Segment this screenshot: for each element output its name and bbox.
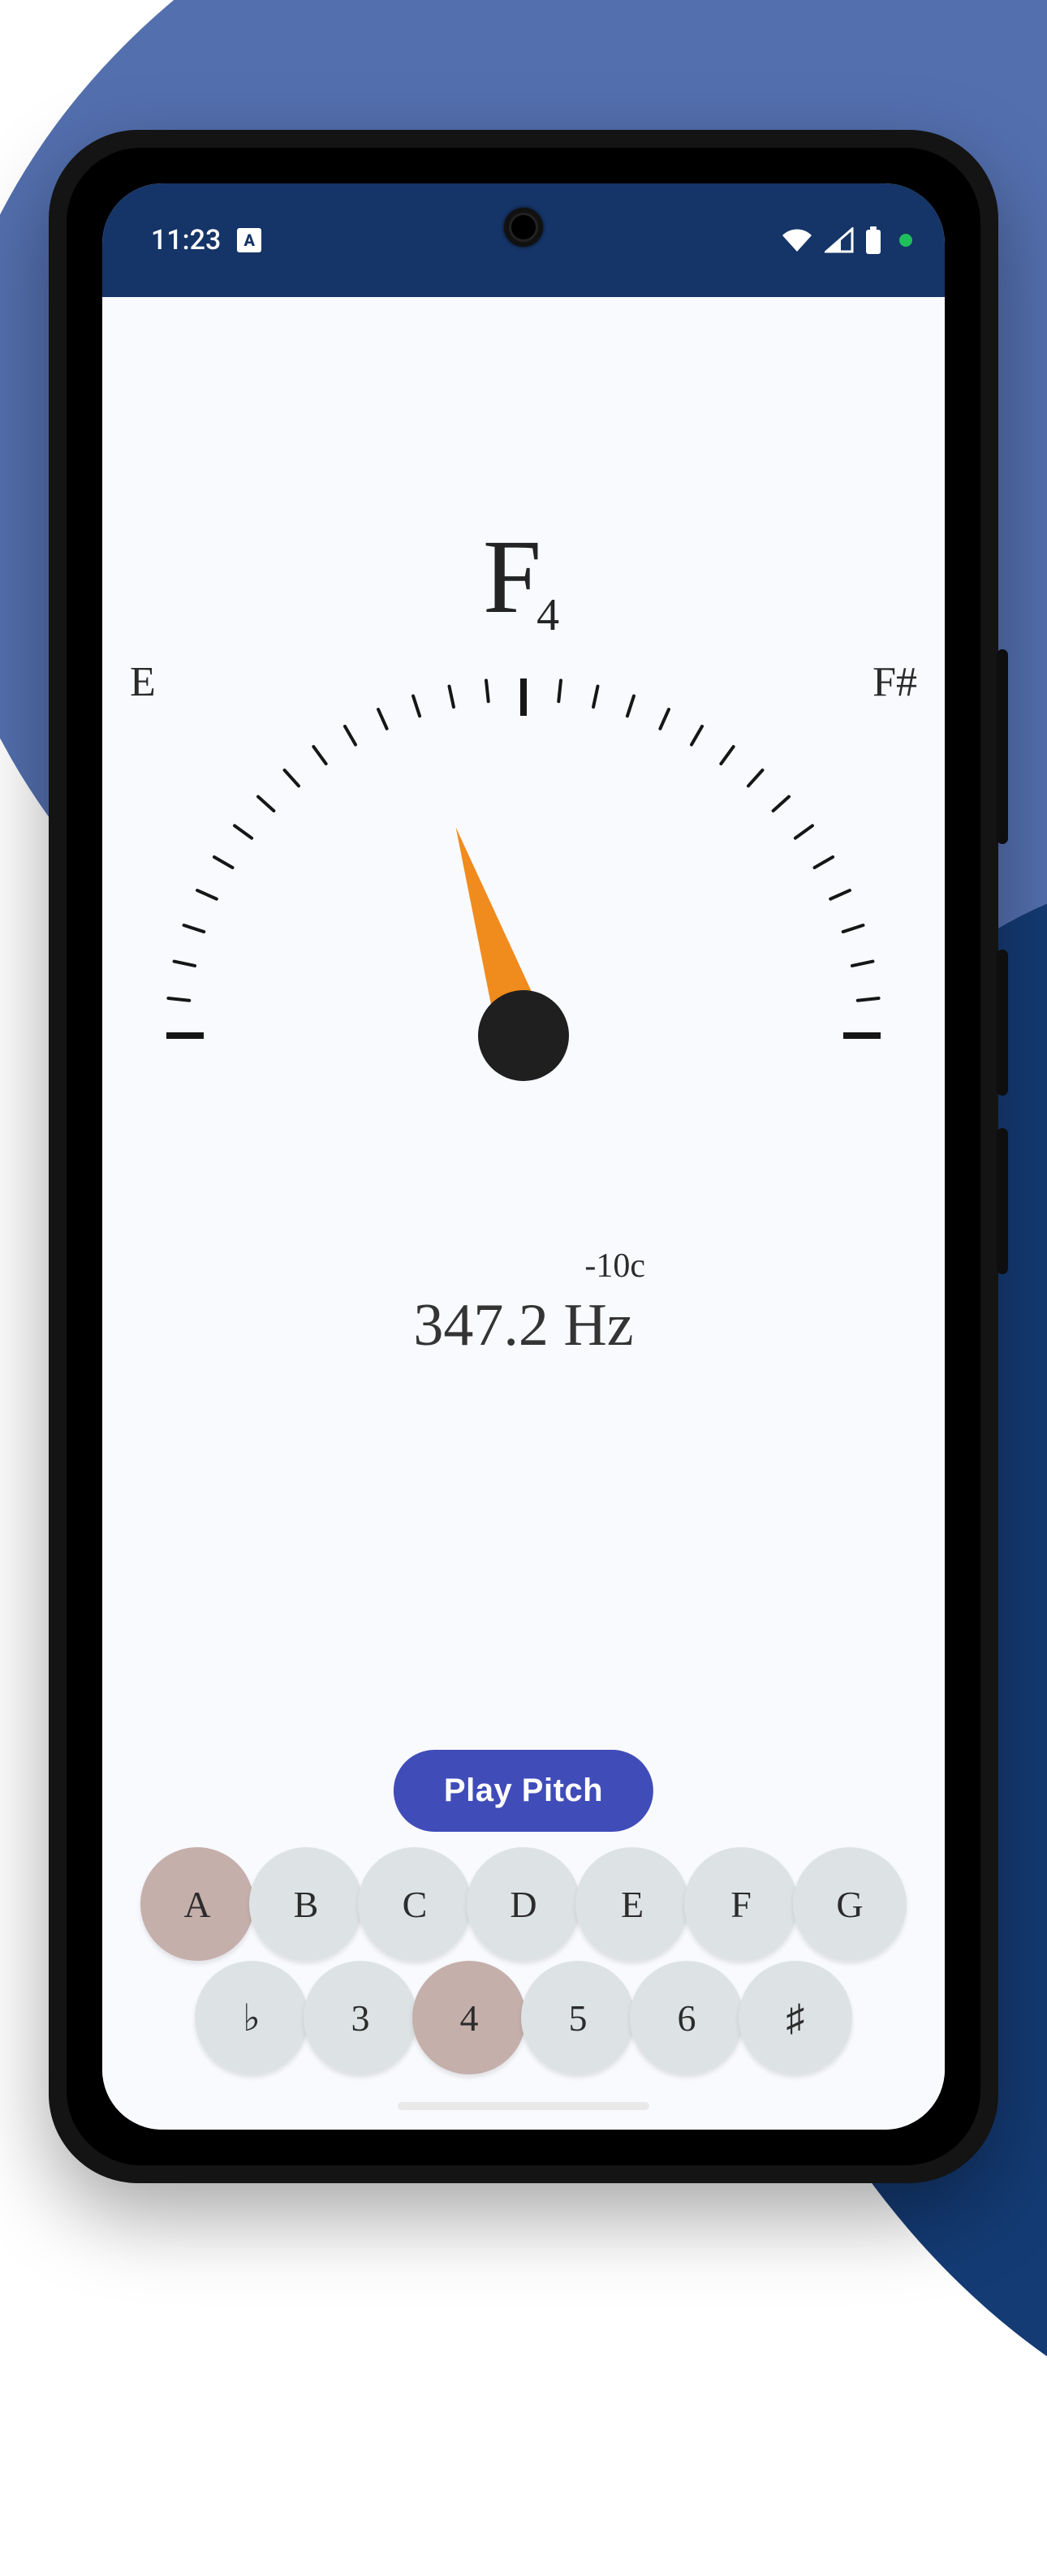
- modifier-selector-row: ♭3456♯: [197, 1961, 850, 2074]
- device-volume-down: [997, 1128, 1008, 1274]
- note-chip-A[interactable]: A: [140, 1847, 254, 1961]
- screen: 11:23 A: [102, 183, 945, 2130]
- wifi-icon: [781, 227, 813, 253]
- cellular-signal-icon: [825, 227, 854, 253]
- modifier-chip-3[interactable]: 3: [304, 1961, 417, 2074]
- app-content: F4 E F# -10c 347.2 Hz Play Pitch ABCDEFG…: [102, 297, 945, 2130]
- camera-hole: [504, 208, 543, 247]
- note-chip-E[interactable]: E: [575, 1847, 689, 1961]
- modifier-chip-5[interactable]: 5: [521, 1961, 635, 2074]
- battery-icon: [865, 226, 881, 254]
- modifier-chip-♭[interactable]: ♭: [195, 1961, 308, 2074]
- note-selector-row: ABCDEFG: [143, 1847, 904, 1961]
- note-chip-D[interactable]: D: [467, 1847, 580, 1961]
- play-pitch-button[interactable]: Play Pitch: [394, 1750, 653, 1832]
- note-chip-G[interactable]: G: [793, 1847, 907, 1961]
- device-power-button: [997, 649, 1008, 844]
- cents-offset: -10c: [402, 1247, 645, 1286]
- device-volume-up: [997, 950, 1008, 1096]
- status-left: 11:23 A: [151, 224, 261, 256]
- frequency-readout: 347.2 Hz: [413, 1291, 633, 1360]
- detected-note-display: F4: [483, 524, 564, 630]
- device-frame: 11:23 A: [49, 130, 998, 2183]
- nav-handle[interactable]: [398, 2102, 649, 2110]
- keyboard-language-icon: A: [237, 228, 261, 252]
- detected-note-letter: F: [483, 519, 541, 635]
- microphone-active-indicator: [899, 234, 912, 247]
- status-right: [781, 226, 912, 254]
- modifier-chip-6[interactable]: 6: [630, 1961, 743, 2074]
- tuner-gauge: [126, 622, 921, 1060]
- device-bezel: 11:23 A: [67, 148, 980, 2165]
- note-chip-F[interactable]: F: [684, 1847, 798, 1961]
- modifier-chip-♯[interactable]: ♯: [739, 1961, 852, 2074]
- note-chip-B[interactable]: B: [249, 1847, 363, 1961]
- modifier-chip-4[interactable]: 4: [412, 1961, 526, 2074]
- gauge-hub: [478, 990, 569, 1081]
- note-chip-C[interactable]: C: [358, 1847, 472, 1961]
- status-time: 11:23: [151, 224, 221, 256]
